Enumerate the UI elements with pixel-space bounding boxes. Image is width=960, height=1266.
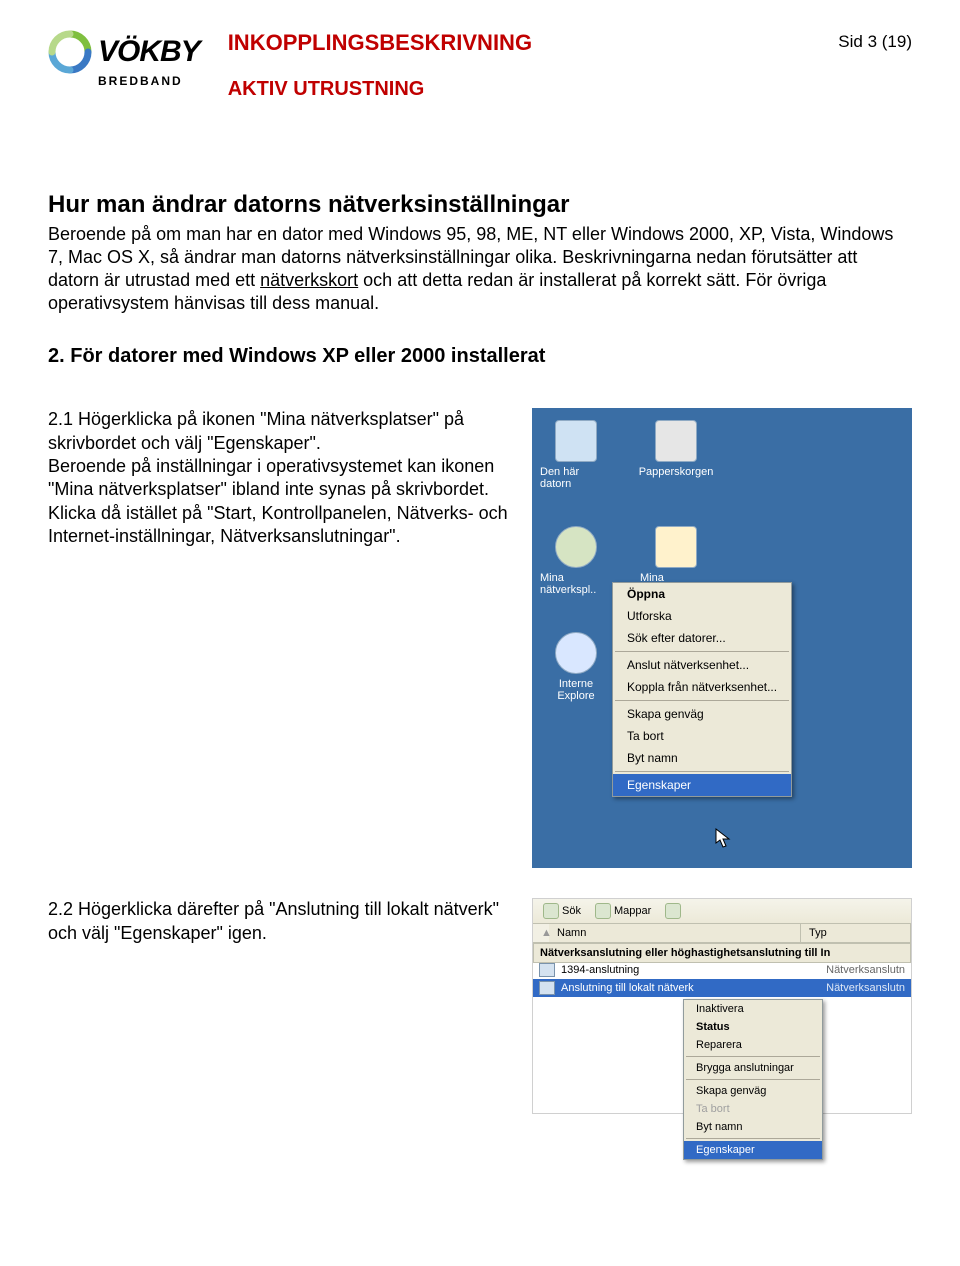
menu-item-search[interactable]: Sök efter datorer... — [613, 627, 791, 649]
ie-icon — [555, 632, 597, 674]
toolbar-folders-button[interactable]: Mappar — [591, 902, 655, 920]
column-name[interactable]: Namn — [549, 924, 801, 942]
icon-label: Papperskorgen — [639, 466, 714, 478]
page-number: Sid 3 (19) — [838, 32, 912, 52]
trash-icon — [655, 420, 697, 462]
step-22-text: 2.2 Högerklicka därefter på "Anslutning … — [48, 898, 512, 945]
icon-label: Interne — [559, 678, 593, 690]
para-underlined: nätverkskort — [260, 270, 358, 290]
context-menu: Inaktivera Status Reparera Brygga anslut… — [683, 999, 823, 1160]
group-banner: Nätverksanslutning eller höghastighetsan… — [533, 943, 911, 963]
network-places-icon — [555, 526, 597, 568]
context-menu: Öppna Utforska Sök efter datorer... Ansl… — [612, 582, 792, 797]
logo-subtext: BREDBAND — [98, 74, 183, 88]
step-21-lead: 2.1 Högerklicka på ikonen "Mina nätverks… — [48, 408, 512, 455]
menu-item-status[interactable]: Status — [684, 1018, 822, 1036]
search-icon — [543, 903, 559, 919]
menu-item-properties[interactable]: Egenskaper — [684, 1141, 822, 1159]
numbered-heading: 2. För datorer med Windows XP eller 2000… — [48, 345, 912, 368]
menu-item-rename[interactable]: Byt namn — [684, 1118, 822, 1136]
menu-separator — [615, 771, 789, 772]
section-paragraph: Beroende på om man har en dator med Wind… — [48, 223, 912, 315]
menu-item-repair[interactable]: Reparera — [684, 1036, 822, 1054]
menu-separator — [686, 1056, 820, 1057]
toolbar-label: Sök — [562, 905, 581, 917]
menu-item-delete[interactable]: Ta bort — [613, 725, 791, 747]
toolbar-search-button[interactable]: Sök — [539, 902, 585, 920]
window-toolbar: Sök Mappar — [533, 899, 911, 924]
screenshot-connections-window: Sök Mappar ▲ Namn Typ Nätverksanslutning… — [532, 898, 912, 1114]
screenshot-desktop: Den här datorn Papperskorgen Mina nätver… — [532, 408, 912, 868]
step-21-text: 2.1 Högerklicka på ikonen "Mina nätverks… — [48, 408, 512, 548]
step-21-body1: Beroende på inställningar i operativsyst… — [48, 455, 512, 502]
list-header: ▲ Namn Typ — [533, 924, 911, 943]
desktop-icon-network[interactable]: Mina nätverkspl.. — [540, 526, 612, 596]
menu-item-rename[interactable]: Byt namn — [613, 747, 791, 769]
connection-icon — [539, 981, 555, 995]
view-icon — [665, 903, 681, 919]
menu-item-explore[interactable]: Utforska — [613, 605, 791, 627]
desktop-icon-computer[interactable]: Den här datorn — [540, 420, 612, 490]
section-heading: Hur man ändrar datorns nätverksinställni… — [48, 191, 912, 219]
computer-icon — [555, 420, 597, 462]
menu-item-unmap-drive[interactable]: Koppla från nätverksenhet... — [613, 676, 791, 698]
menu-item-open[interactable]: Öppna — [613, 583, 791, 605]
connection-name: 1394-anslutning — [561, 964, 639, 976]
document-title: INKOPPLINGSBESKRIVNING — [228, 30, 821, 56]
connection-type: Nätverksanslutn — [826, 964, 905, 976]
connection-name: Anslutning till lokalt nätverk — [561, 982, 694, 994]
menu-item-properties[interactable]: Egenskaper — [613, 774, 791, 796]
menu-item-disable[interactable]: Inaktivera — [684, 1000, 822, 1018]
document-subtitle: AKTIV UTRUSTNING — [228, 78, 821, 101]
brand-logo: VÖKBY BREDBAND — [48, 30, 200, 88]
connection-type: Nätverksanslutn — [826, 982, 905, 994]
connection-row-lan[interactable]: Anslutning till lokalt nätverk Nätverksa… — [533, 979, 911, 997]
desktop-icon-trash[interactable]: Papperskorgen — [640, 420, 712, 490]
icon-label: Den här datorn — [540, 466, 612, 490]
desktop-icon-ie[interactable]: Interne Explore — [540, 632, 612, 702]
icon-label: Explore — [557, 690, 594, 702]
toolbar-view-button[interactable] — [661, 902, 685, 920]
menu-item-map-drive[interactable]: Anslut nätverksenhet... — [613, 654, 791, 676]
column-type[interactable]: Typ — [801, 924, 911, 942]
menu-separator — [615, 651, 789, 652]
folders-icon — [595, 903, 611, 919]
menu-item-bridge[interactable]: Brygga anslutningar — [684, 1059, 822, 1077]
documents-icon — [655, 526, 697, 568]
step-21-body2: Klicka då istället på "Start, Kontrollpa… — [48, 502, 512, 549]
scroll-up-icon[interactable]: ▲ — [533, 924, 549, 942]
toolbar-label: Mappar — [614, 905, 651, 917]
connection-row-1394[interactable]: 1394-anslutning Nätverksanslutn — [533, 961, 911, 979]
menu-item-delete[interactable]: Ta bort — [684, 1100, 822, 1118]
logo-swirl-icon — [48, 30, 92, 74]
menu-separator — [686, 1138, 820, 1139]
icon-label: Mina nätverkspl.. — [540, 572, 612, 596]
menu-separator — [615, 700, 789, 701]
connection-icon — [539, 963, 555, 977]
step-22-body: 2.2 Högerklicka därefter på "Anslutning … — [48, 898, 512, 945]
cursor-icon — [715, 828, 731, 848]
menu-separator — [686, 1079, 820, 1080]
menu-item-shortcut[interactable]: Skapa genväg — [613, 703, 791, 725]
logo-text: VÖKBY — [98, 35, 200, 69]
menu-item-shortcut[interactable]: Skapa genväg — [684, 1082, 822, 1100]
